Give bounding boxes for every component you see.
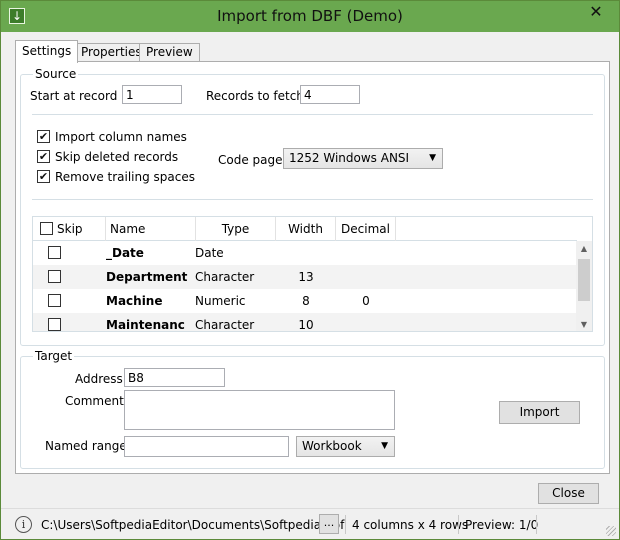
column-header-width[interactable]: Width <box>276 217 336 241</box>
title-bar[interactable]: ↓ Import from DBF (Demo) ✕ <box>1 1 619 32</box>
field-type: Date <box>195 246 224 260</box>
skip-all-checkbox[interactable] <box>40 222 53 235</box>
grid-summary: 4 columns x 4 rows <box>352 518 469 532</box>
field-decimal <box>336 241 396 265</box>
code-page-label: Code page: <box>218 153 287 167</box>
skip-row-checkbox[interactable] <box>48 294 61 307</box>
field-name: _Date <box>106 246 144 260</box>
skip-deleted-label: Skip deleted records <box>55 150 179 164</box>
remove-trailing-spaces-checkbox[interactable]: ✔ <box>37 170 50 183</box>
named-range-label: Named range: <box>45 439 131 453</box>
field-type: Character <box>195 270 255 284</box>
skip-row-checkbox[interactable] <box>48 246 61 259</box>
source-group-label: Source <box>33 67 79 81</box>
table-row[interactable]: Maintenanc Character 10 <box>33 313 577 332</box>
field-width <box>276 241 336 265</box>
comment-label: Comment: <box>65 394 128 408</box>
scope-value: Workbook <box>302 439 362 453</box>
info-icon: i <box>15 516 32 533</box>
import-button[interactable]: Import <box>499 401 580 424</box>
scope-select[interactable]: Workbook ▼ <box>296 436 395 457</box>
skip-row-checkbox[interactable] <box>48 318 61 331</box>
skip-row-checkbox[interactable] <box>48 270 61 283</box>
comment-textarea[interactable] <box>124 390 395 430</box>
field-name: Machine <box>106 294 163 308</box>
named-range-input[interactable] <box>124 436 289 457</box>
source-separator-bottom <box>32 199 593 200</box>
target-group-label: Target <box>33 349 75 363</box>
window-title: Import from DBF (Demo) <box>217 7 403 25</box>
close-window-icon[interactable]: ✕ <box>573 1 619 23</box>
source-separator-top <box>32 114 593 115</box>
chevron-down-icon: ▼ <box>381 441 388 451</box>
field-type: Numeric <box>195 294 246 308</box>
import-column-names-checkbox[interactable]: ✔ <box>37 130 50 143</box>
file-path: C:\Users\SoftpediaEditor\Documents\Softp… <box>41 518 345 532</box>
settings-panel: Source Start at record # Records to fetc… <box>15 61 610 474</box>
browse-button[interactable]: ... <box>319 514 339 534</box>
field-width: 8 <box>302 294 310 308</box>
field-width: 13 <box>298 270 314 284</box>
scroll-thumb[interactable] <box>578 259 590 301</box>
column-header-type[interactable]: Type <box>196 217 276 241</box>
scroll-down-icon[interactable]: ▼ <box>576 317 592 331</box>
code-page-select[interactable]: 1252 Windows ANSI ▼ <box>283 148 443 169</box>
resize-grip-icon[interactable] <box>606 526 616 536</box>
status-divider <box>536 515 537 534</box>
field-name: Maintenanc <box>106 318 185 332</box>
start-record-input[interactable] <box>122 85 182 104</box>
fields-grid: Skip Name Type Width Decimal _Date Date … <box>32 216 593 332</box>
tab-settings[interactable]: Settings <box>15 40 79 63</box>
status-bar: i C:\Users\SoftpediaEditor\Documents\Sof… <box>1 508 619 539</box>
field-decimal <box>336 313 396 331</box>
tab-preview[interactable]: Preview <box>139 43 200 62</box>
table-row[interactable]: _Date Date <box>33 241 577 265</box>
column-header-name[interactable]: Name <box>106 217 196 241</box>
table-row[interactable]: Department Character 13 <box>33 265 577 289</box>
grid-header: Skip Name Type Width Decimal <box>33 217 577 241</box>
field-decimal <box>336 265 396 289</box>
table-row[interactable]: Machine Numeric 8 0 <box>33 289 577 313</box>
scroll-up-icon[interactable]: ▲ <box>576 241 592 257</box>
grid-scrollbar[interactable]: ▲ ▼ <box>576 241 592 331</box>
code-page-value: 1252 Windows ANSI <box>289 151 410 165</box>
import-dbf-dialog: ↓ Import from DBF (Demo) ✕ Settings Prop… <box>0 0 620 540</box>
records-to-fetch-label: Records to fetch: <box>206 89 308 103</box>
column-header-decimal[interactable]: Decimal <box>336 217 396 241</box>
field-name: Department <box>106 270 188 284</box>
close-button[interactable]: Close <box>538 483 599 504</box>
import-column-names-label: Import column names <box>55 130 187 144</box>
field-type: Character <box>195 318 255 332</box>
status-divider <box>458 515 459 534</box>
chevron-down-icon: ▼ <box>429 153 436 163</box>
records-to-fetch-input[interactable] <box>300 85 360 104</box>
skip-deleted-checkbox[interactable]: ✔ <box>37 150 50 163</box>
remove-trailing-spaces-label: Remove trailing spaces <box>55 170 195 184</box>
field-decimal: 0 <box>362 294 370 308</box>
column-header-skip[interactable]: Skip <box>53 217 106 241</box>
preview-count: Preview: 1/0 <box>465 518 539 532</box>
address-input[interactable] <box>124 368 225 387</box>
field-width: 10 <box>298 318 314 332</box>
address-label: Address: <box>75 372 127 386</box>
status-divider <box>345 515 346 534</box>
start-record-label: Start at record # <box>30 89 132 103</box>
tab-properties[interactable]: Properties <box>74 43 149 62</box>
